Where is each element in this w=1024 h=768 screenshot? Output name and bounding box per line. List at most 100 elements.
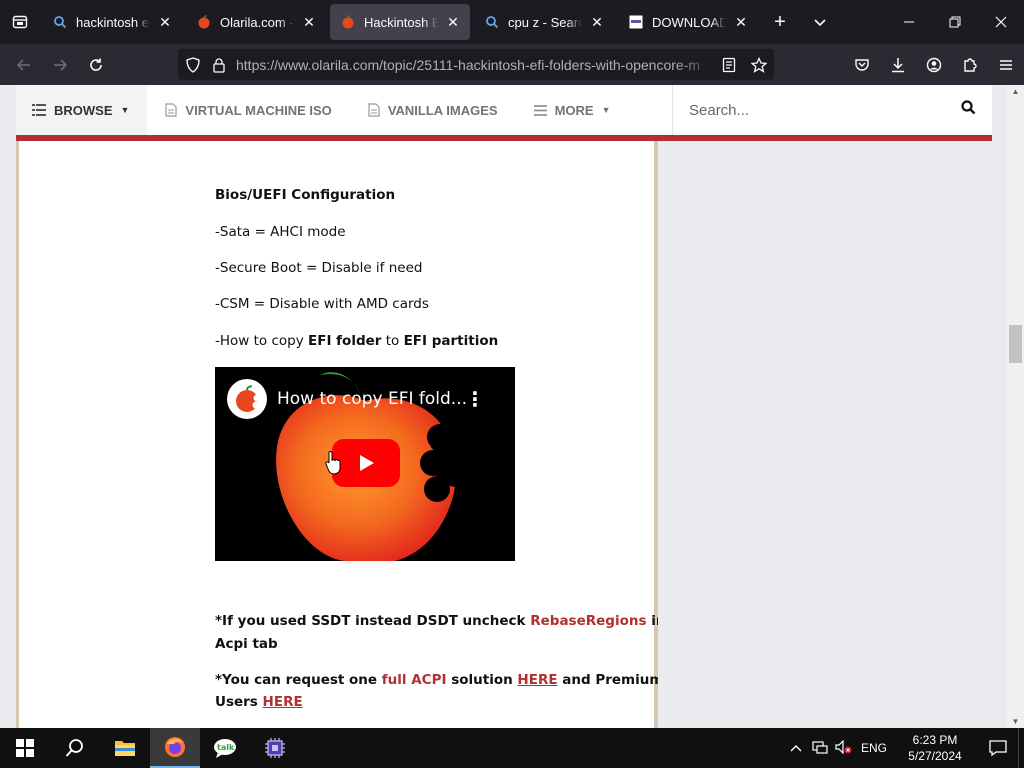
- restore-icon: [949, 16, 961, 28]
- play-button[interactable]: [332, 439, 400, 487]
- premium-users-line: Users HERE: [215, 694, 303, 710]
- tab-hackintosh-efi[interactable]: Hackintosh EFI folders ✕: [330, 4, 470, 40]
- talk-app-button[interactable]: talk: [200, 728, 250, 768]
- notifications-button[interactable]: [978, 739, 1018, 757]
- channel-avatar[interactable]: [227, 379, 267, 419]
- nav-browse[interactable]: BROWSE ▼: [16, 85, 148, 135]
- apple-icon: [196, 14, 212, 30]
- here-link[interactable]: HERE: [517, 672, 557, 688]
- downloads-button[interactable]: [880, 49, 916, 81]
- request-suffix: and Premium: [557, 672, 664, 688]
- nav-vanilla-images[interactable]: VANILLA IMAGES: [350, 85, 516, 135]
- arrow-left-icon: [16, 58, 30, 71]
- tab-cpuz-search[interactable]: cpu z - Search ✕: [474, 4, 614, 40]
- app-menu-button[interactable]: [988, 49, 1024, 81]
- close-tab-icon[interactable]: ✕: [446, 14, 460, 31]
- ssdt-prefix: *If you used SSDT instead DSDT uncheck: [215, 613, 531, 629]
- more-options-icon[interactable]: ⋮: [465, 387, 485, 412]
- download-icon: [892, 57, 904, 72]
- reader-view-icon[interactable]: [714, 57, 744, 73]
- chevron-up-icon[interactable]: [784, 741, 808, 755]
- page-sidebar: [658, 141, 992, 728]
- nav-more[interactable]: MORE ▼: [516, 85, 629, 135]
- hamburger-menu-icon: [1000, 59, 1012, 70]
- nav-vanilla-label: VANILLA IMAGES: [387, 102, 498, 118]
- url-text[interactable]: https://www.olarila.com/topic/25111-hack…: [236, 57, 714, 73]
- scrollbar-thumb[interactable]: [1009, 325, 1022, 363]
- address-bar[interactable]: https://www.olarila.com/topic/25111-hack…: [178, 49, 774, 80]
- account-button[interactable]: [916, 49, 952, 81]
- request-prefix: *You can request one: [215, 672, 382, 688]
- secure-boot-line: -Secure Boot = Disable if need: [215, 260, 423, 276]
- clock[interactable]: 6:23 PM 5/27/2024: [900, 732, 970, 764]
- youtube-embed[interactable]: How to copy EFI fold... ⋮: [215, 367, 515, 561]
- arrow-right-icon: [54, 58, 68, 71]
- list-all-tabs-button[interactable]: [800, 0, 840, 44]
- copy-to: to: [381, 333, 404, 349]
- users-prefix: Users: [215, 694, 263, 710]
- firefox-view-icon: [12, 15, 28, 29]
- firefox-view-button[interactable]: [0, 0, 40, 44]
- document-icon: [165, 103, 178, 117]
- close-tab-icon[interactable]: ✕: [158, 14, 172, 31]
- video-title[interactable]: How to copy EFI fold...: [277, 389, 467, 409]
- clock-time: 6:23 PM: [912, 733, 958, 747]
- scroll-down-arrow[interactable]: ▼: [1007, 717, 1024, 726]
- reload-button[interactable]: [78, 49, 114, 81]
- minimize-button[interactable]: [886, 0, 932, 44]
- input-language[interactable]: ENG: [856, 741, 892, 755]
- browser-tab-strip: hackintosh efi - Search ✕ Olarila.com - …: [0, 0, 1024, 44]
- back-button[interactable]: [6, 49, 42, 81]
- reload-icon: [90, 58, 102, 71]
- firefox-taskbar-button[interactable]: [150, 728, 200, 768]
- search-icon: [52, 14, 68, 30]
- caret-down-icon: ▼: [120, 105, 130, 115]
- scroll-up-arrow[interactable]: ▲: [1007, 87, 1024, 96]
- clock-date: 5/27/2024: [908, 749, 962, 763]
- premium-here-link[interactable]: HERE: [263, 694, 303, 710]
- forward-button[interactable]: [42, 49, 78, 81]
- full-acpi-link[interactable]: full ACPI: [382, 672, 447, 688]
- page-scrollbar[interactable]: ▲ ▼: [1007, 85, 1024, 728]
- play-icon: [360, 455, 374, 471]
- url-path: /topic/25111-hackintosh-efi-folders-with…: [379, 56, 701, 73]
- site-search: [672, 85, 992, 135]
- account-icon: [926, 57, 942, 72]
- rebase-regions-link[interactable]: RebaseRegions: [530, 613, 646, 629]
- network-icon[interactable]: [808, 740, 832, 757]
- copy-efi-line: -How to copy EFI folder to EFI partition: [215, 333, 498, 349]
- chevron-down-icon: [814, 19, 826, 27]
- tab-title: cpu z - Search: [508, 14, 582, 30]
- request-mid: solution: [446, 672, 518, 688]
- close-tab-icon[interactable]: ✕: [734, 14, 748, 31]
- browser-navigation-bar: https://www.olarila.com/topic/25111-hack…: [0, 44, 1024, 85]
- new-tab-button[interactable]: +: [760, 0, 800, 44]
- lock-icon[interactable]: [208, 57, 230, 73]
- tracking-protection-shield-icon[interactable]: [178, 56, 208, 73]
- search-taskbar-button[interactable]: [50, 728, 100, 768]
- show-desktop-button[interactable]: [1018, 728, 1024, 768]
- windows-logo-icon: [16, 739, 34, 757]
- tab-hackintosh-search[interactable]: hackintosh efi - Search ✕: [42, 4, 182, 40]
- notification-icon: [989, 740, 1007, 757]
- search-icon: [484, 14, 500, 30]
- close-tab-icon[interactable]: ✕: [590, 14, 604, 31]
- site-search-input[interactable]: [689, 101, 961, 119]
- nav-virtual-machine-iso[interactable]: VIRTUAL MACHINE ISO: [147, 85, 349, 135]
- volume-muted-icon[interactable]: [832, 739, 856, 757]
- bookmark-star-icon[interactable]: [744, 56, 774, 73]
- search-button[interactable]: [961, 100, 976, 120]
- restore-button[interactable]: [932, 0, 978, 44]
- tab-downloading[interactable]: DOWNLOADING ✕: [618, 4, 758, 40]
- cpu-app-button[interactable]: [250, 728, 300, 768]
- start-button[interactable]: [0, 728, 50, 768]
- tab-title: Hackintosh EFI folders: [364, 14, 438, 30]
- file-explorer-button[interactable]: [100, 728, 150, 768]
- close-window-button[interactable]: [978, 0, 1024, 44]
- tab-title: DOWNLOADING: [652, 14, 726, 30]
- tab-olarila-home[interactable]: Olarila.com - All in one ✕: [186, 4, 326, 40]
- ssdt-note: *If you used SSDT instead DSDT uncheck R…: [215, 613, 665, 629]
- extensions-button[interactable]: [952, 49, 988, 81]
- pocket-button[interactable]: [844, 49, 880, 81]
- close-tab-icon[interactable]: ✕: [302, 14, 316, 31]
